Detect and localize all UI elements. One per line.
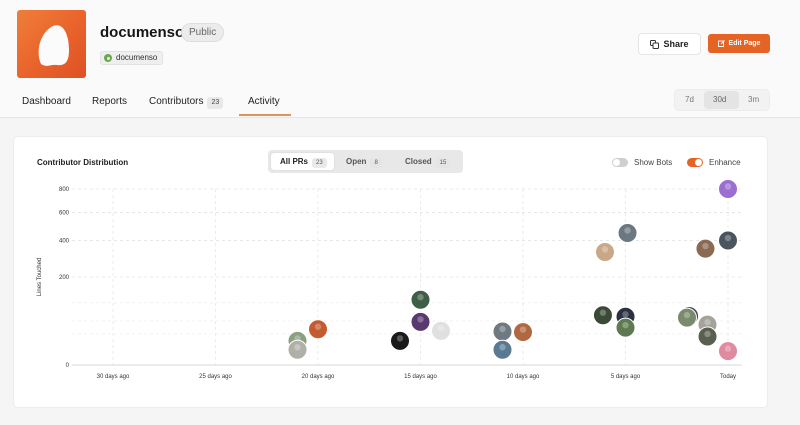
avatar-head-shape — [599, 309, 607, 316]
contributor-avatar-point[interactable] — [390, 330, 410, 351]
contributor-avatar-point[interactable] — [410, 311, 431, 332]
x-tick-label: 25 days ago — [199, 374, 232, 380]
contributor-avatar-point[interactable] — [697, 326, 718, 347]
contributor-avatar-point[interactable] — [492, 321, 513, 342]
tab-label: Dashboard — [22, 96, 71, 107]
documenso-logo-icon — [17, 10, 86, 78]
range-option-3m[interactable]: 3m — [748, 95, 759, 104]
scatter-chart: 800 600 400 200 0 30 days ago 25 days ago 20 da… — [37, 179, 742, 380]
avatar-head-shape — [702, 242, 709, 250]
edit-page-button[interactable]: Edit Page — [708, 34, 770, 53]
contributors-count-badge: 23 — [207, 97, 224, 109]
avatar-head-shape — [499, 344, 506, 351]
x-tick-label: 10 days ago — [507, 374, 540, 380]
x-tick-label: 15 days ago — [404, 374, 437, 380]
contributor-avatar-point[interactable] — [677, 307, 697, 328]
contributor-avatar-point[interactable] — [695, 238, 716, 259]
tab-label: Activity — [248, 96, 280, 107]
avatar-head-shape — [724, 183, 732, 190]
contributor-avatar-point[interactable] — [287, 339, 308, 360]
tab-label: Contributors — [149, 96, 204, 107]
org-name: documenso — [116, 53, 158, 62]
range-option-30d[interactable]: 30d — [713, 95, 726, 104]
tab-dashboard[interactable]: Dashboard — [22, 96, 71, 107]
contributor-avatar-point[interactable] — [513, 322, 533, 343]
range-option-7d[interactable]: 7d — [685, 95, 694, 104]
copy-icon — [650, 39, 660, 49]
avatar-head-shape — [417, 294, 424, 301]
org-avatar-icon — [104, 54, 112, 62]
edit-page-label: Edit Page — [728, 40, 761, 47]
tab-activity[interactable]: Activity — [248, 96, 280, 107]
y-tick-label: 400 — [59, 239, 70, 245]
avatar-head-shape — [622, 311, 629, 318]
x-tick-label: 20 days ago — [302, 374, 335, 380]
contributor-avatar-point[interactable] — [718, 230, 738, 251]
contributor-avatar-point[interactable] — [308, 319, 328, 340]
avatar-head-shape — [314, 323, 322, 330]
avatar-head-shape — [437, 325, 445, 332]
contributor-avatar-point[interactable] — [595, 241, 615, 262]
avatar-head-shape — [704, 318, 711, 326]
contributor-avatar-point[interactable] — [718, 179, 738, 199]
avatar-head-shape — [396, 335, 404, 342]
tab-label: Reports — [92, 96, 128, 107]
y-axis-label: Lines Touched — [37, 258, 43, 297]
avatar-head-shape — [624, 227, 631, 234]
avatar-head-shape — [601, 246, 609, 253]
avatar-head-shape — [622, 321, 629, 329]
contributor-avatar-point[interactable] — [492, 339, 513, 360]
contributor-avatar-point[interactable] — [410, 289, 431, 310]
tab-reports[interactable]: Reports — [92, 96, 127, 107]
repo-name[interactable]: documenso — [100, 24, 184, 41]
y-tick-label: 800 — [59, 187, 70, 193]
active-tab-indicator — [239, 114, 291, 116]
contributor-avatar-point[interactable] — [592, 305, 613, 326]
y-tick-label: 600 — [59, 211, 70, 217]
avatar-head-shape — [499, 325, 506, 333]
contributor-distribution-card: Contributor Distribution All PRs 23 Open 8… — [13, 136, 768, 408]
org-chip[interactable]: documenso — [100, 51, 164, 65]
y-tick-label: 200 — [59, 275, 70, 281]
share-button[interactable]: Share — [638, 33, 701, 55]
avatar-head-shape — [294, 344, 301, 351]
avatar-head-shape — [724, 234, 732, 242]
contributor-avatar-point[interactable] — [718, 341, 738, 362]
x-tick-label: 5 days ago — [611, 374, 641, 380]
contributor-avatar-point[interactable] — [615, 317, 636, 338]
contributor-avatar-point[interactable] — [617, 223, 638, 243]
tab-contributors[interactable]: Contributors 23 — [149, 96, 224, 109]
contributor-avatar-point[interactable] — [431, 320, 451, 341]
x-tick-label: 30 days ago — [97, 374, 130, 380]
avatar-head-shape — [704, 330, 711, 338]
visibility-badge: Public — [181, 23, 225, 42]
avatar-head-shape — [683, 311, 691, 319]
avatar-head-shape — [417, 316, 424, 323]
avatar-head-shape — [519, 326, 527, 333]
share-label: Share — [663, 39, 689, 49]
y-tick-label: 0 — [66, 363, 70, 369]
time-range-selector: 7d 30d 3m — [674, 89, 770, 111]
edit-icon — [717, 40, 725, 47]
x-tick-label: Today — [720, 374, 736, 380]
repo-header: documenso Public documenso Share Edit Pa… — [0, 0, 800, 118]
avatar-head-shape — [724, 345, 732, 352]
